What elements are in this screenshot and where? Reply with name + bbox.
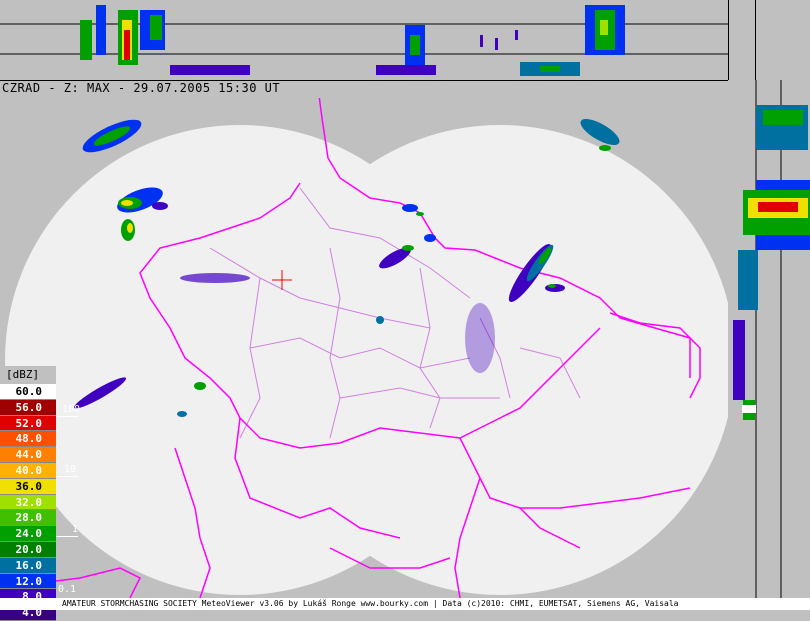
- right-cross-section: [728, 80, 810, 600]
- rain-scale-line-100: [56, 416, 78, 417]
- echo-column-3: [520, 5, 625, 76]
- legend-level: 28.0: [0, 510, 56, 527]
- legend-level: 24.0: [0, 526, 56, 542]
- legend-level: 44.0: [0, 447, 56, 463]
- legend-level: 20.0: [0, 541, 56, 558]
- echo-column-2: [170, 25, 518, 75]
- legend-level: 32.0: [0, 494, 56, 511]
- legend-rows: 60.0 56.0 52.0 48.0 44.0 40.0 36.0 32.0 28.0 24.0…: [0, 384, 56, 621]
- radar-title: CZRAD - Z: MAX - 29.07.2005 15:30 UT: [2, 81, 281, 95]
- echo-column-1: [80, 5, 165, 65]
- rain-scale-10: 10: [64, 464, 77, 475]
- rain-scale-100: 100: [62, 404, 81, 415]
- radar-map-canvas: [0, 87, 735, 599]
- corner-divider: [755, 0, 756, 80]
- radar-coverage-east: [265, 125, 735, 595]
- rain-scale-line-10: [56, 476, 78, 477]
- top-cross-section: [0, 0, 728, 81]
- legend-level: 16.0: [0, 557, 56, 574]
- legend-level: 36.0: [0, 478, 56, 495]
- legend-level: 40.0: [0, 462, 56, 479]
- right-cross-section-echoes: [733, 80, 810, 600]
- legend-level: 52.0: [0, 415, 56, 432]
- rain-scale-1: 1: [72, 524, 79, 535]
- legend-unit: [dBZ]: [0, 366, 56, 384]
- legend-level: 12.0: [0, 573, 56, 590]
- legend-level: 56.0: [0, 399, 56, 416]
- dbz-legend: [dBZ] 60.0 56.0 52.0 48.0 44.0 40.0 36.0 32.0 28…: [0, 366, 56, 621]
- radar-map: [0, 87, 735, 599]
- corner-box: [728, 0, 810, 80]
- legend-level: 60.0: [0, 384, 56, 400]
- footer-credits: AMATEUR STORMCHASING SOCIETY MeteoViewer…: [0, 598, 810, 610]
- rain-scale-0-1: 0.1: [58, 584, 77, 595]
- legend-level: 48.0: [0, 431, 56, 448]
- top-cross-section-echoes: [0, 5, 728, 76]
- rain-scale-line-1: [56, 536, 78, 537]
